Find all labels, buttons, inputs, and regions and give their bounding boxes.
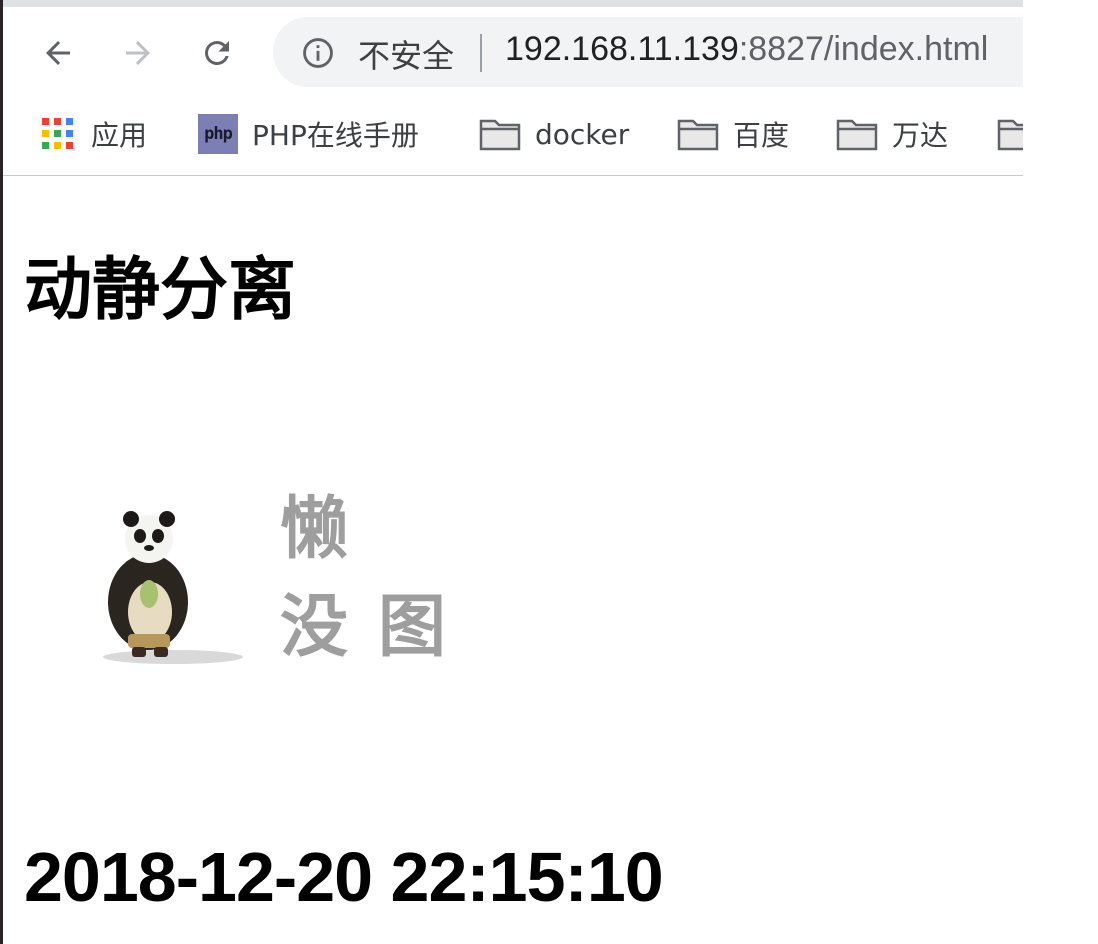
bookmark-docker[interactable]: docker (479, 111, 629, 157)
folder-icon (479, 119, 521, 151)
bookmark-label: docker (535, 117, 630, 151)
reload-button[interactable] (195, 31, 239, 75)
url-host: 192.168.11.139 (505, 30, 739, 68)
browser-window: 不安全 192.168.11.139:8827/index.html 应用 ph… (3, 0, 1023, 944)
bookmark-label: 应用 (91, 119, 148, 152)
bookmark-wanda[interactable]: 万达 (836, 111, 948, 157)
bookmark-label: 万达 (892, 119, 949, 152)
folder-icon (677, 119, 719, 151)
arrow-right-icon (126, 41, 150, 65)
url-path: :8827/index.html (738, 30, 989, 68)
placeholder-image: 懒 没 图 (98, 484, 458, 684)
page-title: 动静分离 (24, 251, 297, 330)
arrow-left-icon (46, 41, 70, 65)
bookmark-more[interactable] (997, 111, 1023, 157)
bookmark-label: PHP在线手册 (252, 119, 419, 152)
page-content: 动静分离 懒 没 图 2018-12-20 22:15:10 (3, 176, 1023, 944)
address-bar[interactable]: 不安全 192.168.11.139:8827/index.html (273, 17, 1023, 87)
bookmark-baidu[interactable]: 百度 (677, 111, 789, 157)
php-icon: php (198, 114, 238, 154)
timestamp: 2018-12-20 22:15:10 (24, 838, 664, 916)
bookmark-php-manual[interactable]: php PHP在线手册 (198, 111, 419, 157)
desktop-background (1023, 0, 1098, 944)
panda-icon (103, 511, 243, 664)
bookmark-label: 百度 (733, 119, 790, 152)
browser-toolbar: 不安全 192.168.11.139:8827/index.html (3, 7, 1023, 97)
info-icon[interactable] (301, 36, 335, 70)
placeholder-text-3: 图 (378, 588, 447, 667)
apps-grid-icon (42, 118, 73, 149)
placeholder-text-1: 懒 (280, 490, 349, 569)
folder-icon (997, 119, 1023, 151)
back-button[interactable] (36, 31, 80, 75)
bookmarks-bar: 应用 php PHP在线手册 docker 百度 万达 (3, 97, 1023, 176)
security-label[interactable]: 不安全 (358, 31, 454, 77)
address-separator (480, 34, 482, 72)
reload-icon (205, 41, 229, 65)
folder-icon (836, 119, 878, 151)
url-text[interactable]: 192.168.11.139:8827/index.html (505, 30, 988, 69)
tab-strip (3, 0, 1023, 7)
forward-button[interactable] (116, 31, 160, 75)
placeholder-text-2: 没 (280, 588, 349, 667)
bookmark-apps[interactable]: 应用 (39, 111, 147, 157)
